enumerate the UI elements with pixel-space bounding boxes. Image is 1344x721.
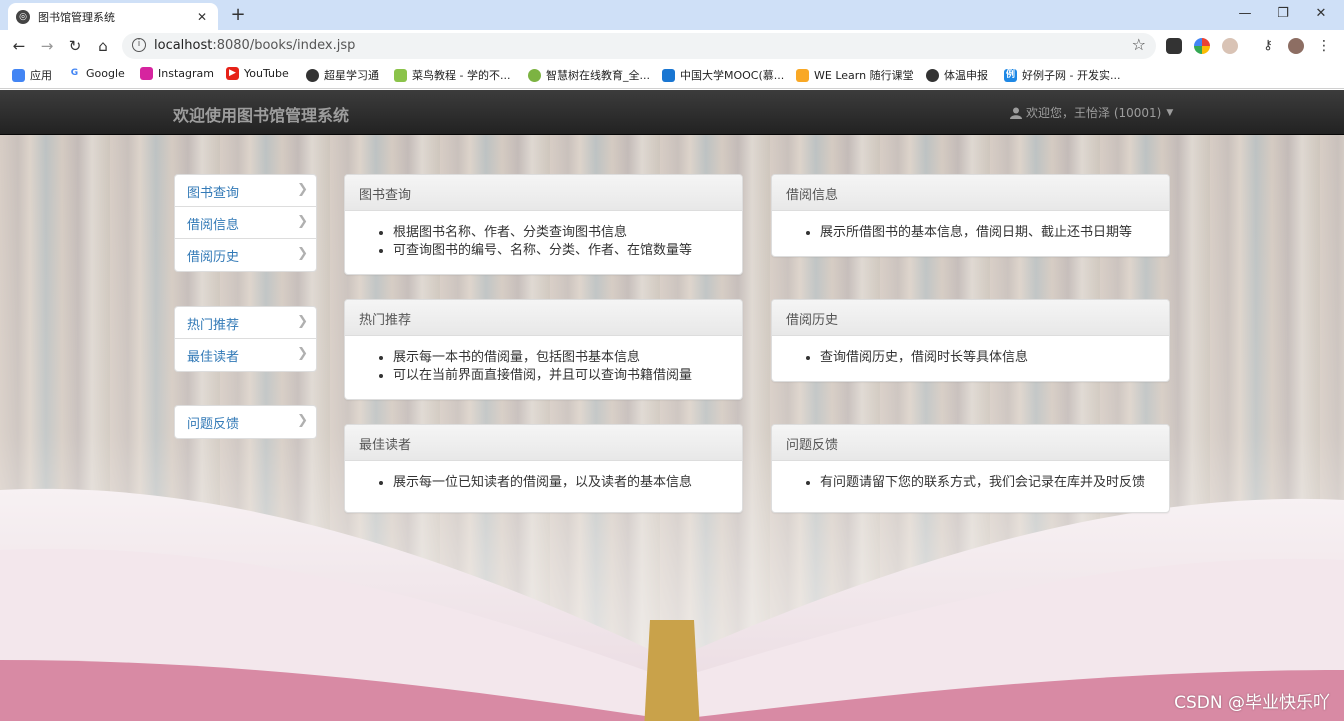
chevron-right-icon: ❯ (297, 346, 308, 361)
back-icon[interactable]: ← (8, 35, 30, 57)
welearn-icon (796, 68, 809, 82)
bookmark-instagram[interactable]: Instagram (140, 67, 214, 80)
url-text: localhost:8080/books/index.jsp (154, 38, 356, 53)
panel-borrow-info: 借阅信息 展示所借图书的基本信息，借阅日期、截止还书日期等 (771, 174, 1170, 257)
panel-hot: 热门推荐 展示每一本书的借阅量，包括图书基本信息 可以在当前界面直接借阅，并且可… (344, 299, 743, 400)
youtube-icon: ▶ (226, 67, 239, 80)
new-tab-button[interactable]: + (228, 4, 248, 26)
sidebar-item-hot[interactable]: 热门推荐 ❯ (175, 307, 316, 339)
chevron-right-icon: ❯ (297, 246, 308, 261)
list-item: 展示每一位已知读者的借阅量，以及读者的基本信息 (393, 474, 742, 492)
sidebar-item-feedback[interactable]: 问题反馈 ❯ (175, 406, 316, 438)
apps-grid-icon (12, 68, 25, 82)
key-icon[interactable]: ⚷ (1260, 38, 1276, 54)
user-menu[interactable]: 欢迎您，王怡泽 (10001) ▼ (1010, 104, 1173, 121)
zhihuishu-icon (528, 68, 541, 82)
browser-toolbar: ← → ↻ ⌂ i localhost:8080/books/index.jsp… (0, 30, 1344, 62)
home-icon[interactable]: ⌂ (92, 35, 114, 57)
bookmark-youtube[interactable]: ▶ YouTube (226, 67, 289, 80)
sidebar-item-best-readers[interactable]: 最佳读者 ❯ (175, 339, 316, 371)
site-brand[interactable]: 欢迎使用图书馆管理系统 (173, 102, 349, 126)
chevron-right-icon: ❯ (297, 314, 308, 329)
panel-feedback: 问题反馈 有问题请留下您的联系方式，我们会记录在库并及时反馈 (771, 424, 1170, 513)
panel-history: 借阅历史 查询借阅历史，借阅时长等具体信息 (771, 299, 1170, 382)
globe-icon: ◎ (16, 9, 30, 24)
sidebar-item-borrow-history[interactable]: 借阅历史 ❯ (175, 239, 316, 271)
tab-title: 图书馆管理系统 (38, 10, 115, 24)
shield-extension-icon[interactable] (1222, 38, 1238, 54)
google-icon: G (68, 67, 81, 80)
list-item: 查询借阅历史，借阅时长等具体信息 (820, 349, 1169, 367)
list-item: 根据图书名称、作者、分类查询图书信息 (393, 224, 742, 242)
chevron-right-icon: ❯ (297, 182, 308, 197)
bookmark-chaoxing[interactable]: 超星学习通 (306, 67, 379, 83)
list-item: 有问题请留下您的联系方式，我们会记录在库并及时反馈 (820, 474, 1169, 492)
bookmark-welearn[interactable]: WE Learn 随行课堂 (796, 67, 914, 83)
sidebar-group-3: 问题反馈 ❯ (174, 405, 317, 439)
top-navbar: 欢迎使用图书馆管理系统 欢迎您，王怡泽 (10001) ▼ (0, 90, 1344, 135)
profile-avatar[interactable] (1288, 38, 1304, 54)
panel-heading: 最佳读者 (345, 425, 742, 461)
globe-icon (926, 68, 939, 82)
bookmarks-bar: 应用 G Google Instagram ▶ YouTube 超星学习通 菜鸟教程… (0, 62, 1344, 89)
sidebar-item-borrow-info[interactable]: 借阅信息 ❯ (175, 207, 316, 239)
browser-tabstrip: ◎ 图书馆管理系统 ✕ + — ❐ ✕ (0, 0, 1344, 30)
panel-heading: 图书查询 (345, 175, 742, 211)
chrome-extension-icon[interactable] (1194, 38, 1210, 54)
menu-icon[interactable]: ⋮ (1316, 38, 1332, 54)
bookmark-temperature[interactable]: 体温申报 (926, 67, 988, 83)
bookmark-star-icon[interactable]: ☆ (1132, 35, 1146, 54)
bookmark-apps[interactable]: 应用 (12, 67, 52, 83)
panel-heading: 热门推荐 (345, 300, 742, 336)
bookmark-haolizi[interactable]: 例好例子网 - 开发实... (1004, 67, 1120, 83)
forward-icon[interactable]: → (36, 35, 58, 57)
list-item: 展示每一本书的借阅量，包括图书基本信息 (393, 349, 742, 367)
panel-book-search: 图书查询 根据图书名称、作者、分类查询图书信息 可查询图书的编号、名称、分类、作… (344, 174, 743, 275)
sidebar-item-book-search[interactable]: 图书查询 ❯ (175, 175, 316, 207)
address-bar[interactable]: i localhost:8080/books/index.jsp ☆ (122, 33, 1156, 59)
tab-close-icon[interactable]: ✕ (194, 10, 210, 24)
globe-icon (306, 68, 319, 82)
instagram-icon (140, 67, 153, 80)
haolizi-icon: 例 (1004, 68, 1017, 82)
list-item: 可以在当前界面直接借阅，并且可以查询书籍借阅量 (393, 367, 742, 385)
sidebar-group-2: 热门推荐 ❯ 最佳读者 ❯ (174, 306, 317, 372)
reload-icon[interactable]: ↻ (64, 35, 86, 57)
extension-icon[interactable] (1166, 38, 1182, 54)
bookmark-google[interactable]: G Google (68, 67, 125, 80)
panel-heading: 借阅信息 (772, 175, 1169, 211)
bookmark-runoob[interactable]: 菜鸟教程 - 学的不... (394, 67, 510, 83)
bookmark-zhihuishu[interactable]: 智慧树在线教育_全... (528, 67, 650, 83)
bookmark-mooc[interactable]: 中国大学MOOC(慕... (662, 67, 784, 83)
site-info-icon[interactable]: i (132, 38, 146, 52)
list-item: 展示所借图书的基本信息，借阅日期、截止还书日期等 (820, 224, 1169, 242)
sidebar-group-1: 图书查询 ❯ 借阅信息 ❯ 借阅历史 ❯ (174, 174, 317, 272)
chevron-right-icon: ❯ (297, 413, 308, 428)
panel-best-readers: 最佳读者 展示每一位已知读者的借阅量，以及读者的基本信息 (344, 424, 743, 513)
panel-heading: 借阅历史 (772, 300, 1169, 336)
user-icon (1010, 107, 1022, 119)
watermark: CSDN @毕业快乐吖 (1174, 693, 1330, 713)
list-item: 可查询图书的编号、名称、分类、作者、在馆数量等 (393, 242, 742, 260)
panel-heading: 问题反馈 (772, 425, 1169, 461)
chevron-right-icon: ❯ (297, 214, 308, 229)
user-welcome-text: 欢迎您，王怡泽 (10001) (1026, 106, 1162, 120)
caret-down-icon: ▼ (1166, 107, 1174, 118)
page-viewport: 欢迎使用图书馆管理系统 欢迎您，王怡泽 (10001) ▼ 图书查询 ❯ 借阅信息… (0, 90, 1344, 721)
browser-tab[interactable]: ◎ 图书馆管理系统 ✕ (8, 3, 218, 30)
mooc-icon (662, 68, 675, 82)
close-window-button[interactable]: ✕ (1298, 0, 1344, 30)
runoob-icon (394, 68, 407, 82)
